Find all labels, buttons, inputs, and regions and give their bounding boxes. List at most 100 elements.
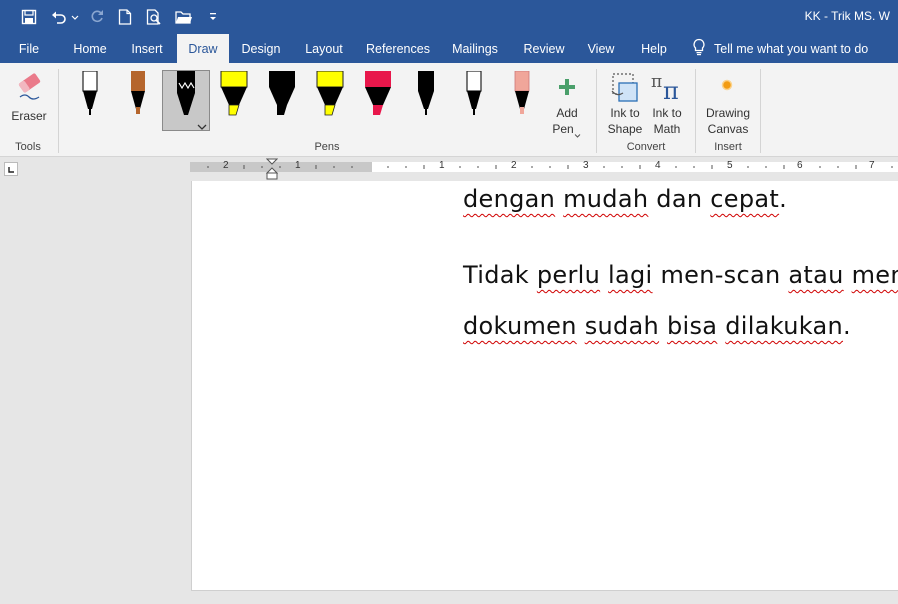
pen-pink[interactable] bbox=[507, 71, 537, 121]
misspelled-word: mudah bbox=[563, 185, 649, 213]
add-pen-label-1: Add bbox=[556, 106, 578, 120]
ruler-number: 7 bbox=[869, 160, 875, 171]
new-document-icon[interactable] bbox=[114, 7, 136, 27]
redo-icon[interactable] bbox=[86, 7, 108, 27]
ruler-number: 3 bbox=[583, 160, 589, 171]
pens-group-label: Pens bbox=[314, 141, 340, 153]
misspelled-word: dilakukan bbox=[725, 312, 844, 340]
pen-black-2[interactable] bbox=[411, 71, 441, 121]
highlighter-black[interactable] bbox=[267, 71, 297, 121]
group-divider bbox=[58, 69, 59, 153]
misspelled-word: atau bbox=[788, 261, 844, 289]
open-folder-icon[interactable] bbox=[172, 7, 196, 27]
eraser-label: Eraser bbox=[11, 109, 47, 123]
pen-black-1[interactable] bbox=[75, 71, 105, 121]
document-text bbox=[555, 185, 563, 213]
tab-mailings[interactable]: Mailings bbox=[446, 34, 504, 63]
save-icon[interactable] bbox=[18, 7, 40, 27]
tools-group-label: Tools bbox=[15, 141, 41, 153]
title-bar: KK - Trik MS. W bbox=[0, 0, 898, 34]
misspelled-word: perlu bbox=[536, 261, 601, 289]
tab-review[interactable]: Review bbox=[518, 34, 570, 63]
ribbon-draw: Eraser Tools Add Pen Pens Ink to Shape π… bbox=[0, 63, 898, 157]
drawing-canvas-label-2: Canvas bbox=[707, 122, 749, 136]
document-text bbox=[600, 261, 608, 289]
document-line-1: dengan mudah dan cepat. bbox=[463, 185, 787, 213]
ruler-number: 1 bbox=[295, 160, 301, 171]
document-text: Tidak bbox=[463, 261, 537, 289]
tab-selector-icon[interactable] bbox=[4, 162, 18, 176]
svg-text:π: π bbox=[663, 77, 679, 103]
svg-text:π: π bbox=[651, 72, 662, 92]
misspelled-word: lagi bbox=[608, 261, 653, 289]
undo-dropdown-icon[interactable] bbox=[70, 7, 80, 27]
highlighter-red[interactable] bbox=[363, 71, 393, 121]
document-text bbox=[844, 261, 852, 289]
tab-view[interactable]: View bbox=[582, 34, 620, 63]
ink-to-shape-button[interactable]: Ink to Shape bbox=[604, 69, 646, 139]
pen-black-3[interactable] bbox=[459, 71, 489, 121]
ink-to-math-button[interactable]: ππ Ink to Math bbox=[646, 69, 688, 139]
plus-icon bbox=[557, 77, 577, 102]
print-preview-icon[interactable] bbox=[143, 7, 165, 27]
document-line-3: dokumen sudah bisa dilakukan. bbox=[463, 312, 851, 340]
group-divider bbox=[760, 69, 761, 153]
ruler-number: 2 bbox=[223, 160, 229, 171]
pen-black-galaxy[interactable] bbox=[171, 71, 201, 121]
lightbulb-icon bbox=[692, 38, 706, 59]
tell-me-label: Tell me what you want to do bbox=[714, 41, 869, 56]
drawing-canvas-button[interactable]: Drawing Canvas bbox=[702, 69, 754, 139]
tab-home[interactable]: Home bbox=[64, 34, 116, 63]
eraser-button[interactable]: Eraser bbox=[8, 67, 50, 125]
add-pen-button[interactable]: Add Pen bbox=[548, 73, 586, 138]
misspelled-word: dokumen bbox=[463, 312, 577, 340]
ruler-number: 4 bbox=[655, 160, 661, 171]
highlighter-yellow-2[interactable] bbox=[315, 71, 345, 121]
pencil-brown[interactable] bbox=[123, 71, 153, 121]
insert-group-label: Insert bbox=[714, 141, 742, 153]
eraser-icon bbox=[17, 71, 45, 106]
drawing-canvas-label-1: Drawing bbox=[705, 106, 750, 120]
ink-to-math-label-2: Math bbox=[653, 122, 681, 136]
document-text: . bbox=[843, 312, 851, 340]
ink-to-shape-label-1: Ink to bbox=[610, 106, 640, 120]
ruler-row: 2 1 1 2 3 4 5 6 7 bbox=[0, 157, 898, 181]
tell-me-box[interactable]: Tell me what you want to do bbox=[692, 34, 868, 63]
ink-to-shape-icon bbox=[609, 71, 639, 108]
tab-layout[interactable]: Layout bbox=[298, 34, 350, 63]
tab-insert[interactable]: Insert bbox=[122, 34, 172, 63]
group-divider bbox=[596, 69, 597, 153]
highlighter-yellow-1[interactable] bbox=[219, 71, 249, 121]
group-divider bbox=[695, 69, 696, 153]
document-page[interactable]: dengan mudah dan cepat. Tidak perlu lagi… bbox=[191, 181, 898, 591]
undo-icon[interactable] bbox=[48, 7, 70, 27]
ruler-number: 6 bbox=[797, 160, 803, 171]
ink-to-math-label-1: Ink to bbox=[652, 106, 682, 120]
ink-to-shape-label-2: Shape bbox=[607, 122, 643, 136]
window-title: KK - Trik MS. W bbox=[804, 9, 890, 23]
document-text bbox=[659, 312, 667, 340]
tab-file[interactable]: File bbox=[8, 34, 50, 63]
tab-help[interactable]: Help bbox=[634, 34, 674, 63]
document-line-2: Tidak perlu lagi men-scan atau menga bbox=[463, 261, 898, 289]
ribbon-tabs: File Home Insert Draw Design Layout Refe… bbox=[0, 34, 898, 63]
pen-dropdown-icon[interactable] bbox=[197, 118, 207, 136]
misspelled-word: bisa bbox=[667, 312, 718, 340]
tab-references[interactable]: References bbox=[362, 34, 434, 63]
misspelled-word: dengan bbox=[463, 185, 556, 213]
customize-qat-icon[interactable] bbox=[206, 7, 220, 27]
ruler-number: 5 bbox=[727, 160, 733, 171]
document-text: dan bbox=[648, 185, 711, 213]
ruler-number: 1 bbox=[439, 160, 445, 171]
document-text: men-scan bbox=[652, 261, 789, 289]
pi-symbol-icon: ππ bbox=[650, 69, 684, 108]
misspelled-word: sudah bbox=[584, 312, 660, 340]
document-text: . bbox=[779, 185, 788, 213]
tab-design[interactable]: Design bbox=[234, 34, 288, 63]
misspelled-word: menga bbox=[851, 261, 898, 289]
horizontal-ruler[interactable]: 2 1 1 2 3 4 5 6 7 bbox=[190, 160, 898, 172]
convert-group-label: Convert bbox=[626, 141, 666, 153]
tab-draw[interactable]: Draw bbox=[177, 34, 229, 63]
ruler-number: 2 bbox=[511, 160, 517, 171]
drawing-canvas-icon bbox=[721, 78, 733, 96]
